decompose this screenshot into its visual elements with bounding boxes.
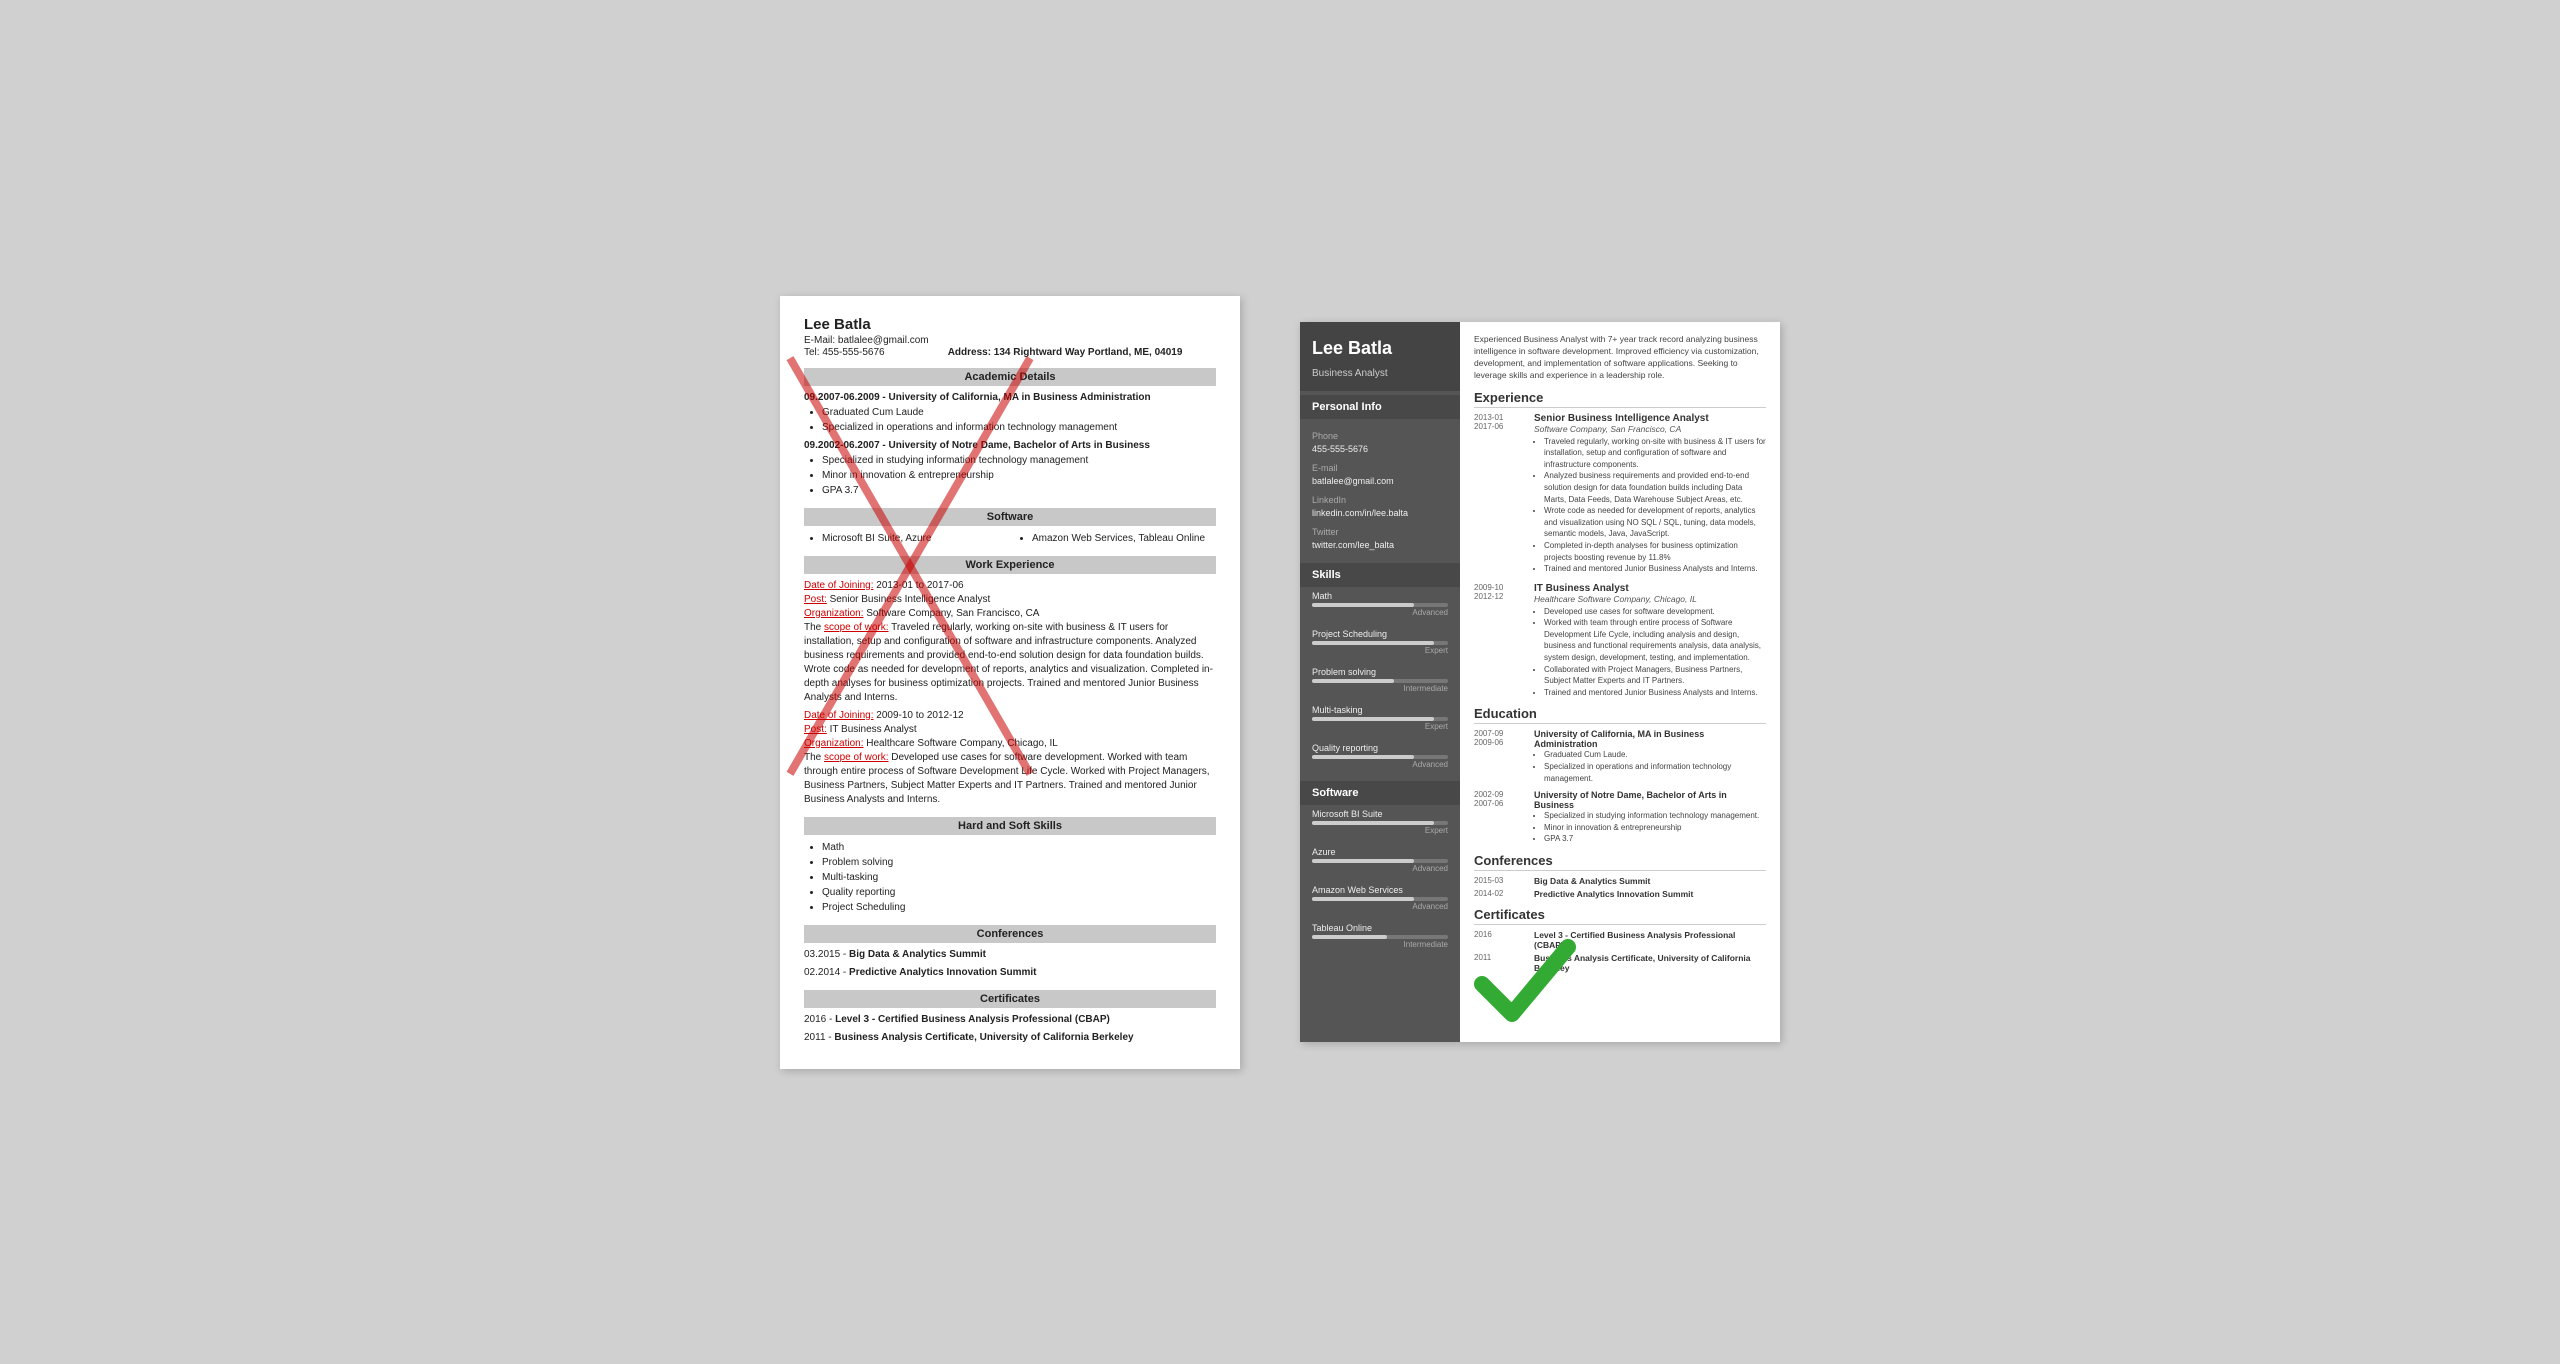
right-name: Lee Batla [1300,322,1460,368]
experience-title: Experience [1474,390,1766,408]
linkedin-value: linkedin.com/in/lee.balta [1312,507,1448,521]
education-list: 2007-092009-06 University of California,… [1474,729,1766,845]
left-conf-2: 02.2014 - Predictive Analytics Innovatio… [804,966,1216,980]
skill-item: Project Scheduling Expert [1300,625,1460,663]
conferences-list: 2015-03 Big Data & Analytics Summit 2014… [1474,876,1766,899]
education-title: Education [1474,706,1766,724]
left-conf-1: 03.2015 - Big Data & Analytics Summit [804,948,1216,962]
software-list: Microsoft BI Suite Expert Azure Advanced… [1300,805,1460,957]
left-edu-1-b1: Graduated Cum Laude [822,405,1216,420]
right-title: Business Analyst [1300,368,1460,391]
phone-value: 455-555-5676 [1312,443,1448,457]
left-software-header: Software [804,508,1216,526]
left-work-2: Date of Joining: 2009-10 to 2012-12 Post… [804,709,1216,807]
left-name: Lee Batla [804,316,1216,333]
software-item: Azure Advanced [1300,843,1460,881]
left-skills-header: Hard and Soft Skills [804,817,1216,835]
green-checkmark-icon [1470,929,1580,1039]
certificates-title: Certificates [1474,907,1766,925]
software-item: Amazon Web Services Advanced [1300,881,1460,919]
sidebar: Lee Batla Business Analyst Personal Info… [1300,322,1460,1042]
left-cert-2: 2011 - Business Analysis Certificate, Un… [804,1031,1216,1045]
left-address: Address: 134 Rightward Way Portland, ME,… [948,347,1183,358]
left-email: E-Mail: batlalee@gmail.com [804,335,1216,346]
left-phone: Tel: 455-555-5676 [804,347,885,358]
exp-entry: 2013-012017-06 Senior Business Intellige… [1474,413,1766,575]
resume-bad: Lee Batla E-Mail: batlalee@gmail.com Tel… [780,296,1240,1069]
conf-entry: 2015-03 Big Data & Analytics Summit [1474,876,1766,886]
linkedin-label: LinkedIn [1312,494,1448,508]
resumes-comparison: Lee Batla E-Mail: batlalee@gmail.com Tel… [780,296,1780,1069]
email-value: batlalee@gmail.com [1312,475,1448,489]
skill-item: Math Advanced [1300,587,1460,625]
twitter-value: twitter.com/lee_balta [1312,539,1448,553]
software-item: Microsoft BI Suite Expert [1300,805,1460,843]
left-edu-2: 09.2002-06.2007 - University of Notre Da… [804,439,1216,498]
software-title: Software [1300,781,1460,805]
email-label: E-mail [1312,462,1448,476]
left-edu-1-b2: Specialized in operations and informatio… [822,420,1216,435]
left-work-1: Date of Joining: 2013-01 to 2017-06 Post… [804,579,1216,705]
skill-item: Multi-tasking Expert [1300,701,1460,739]
twitter-label: Twitter [1312,526,1448,540]
summary: Experienced Business Analyst with 7+ yea… [1474,334,1766,382]
left-cert-1: 2016 - Level 3 - Certified Business Anal… [804,1013,1216,1027]
phone-label: Phone [1312,430,1448,444]
edu-entry: 2007-092009-06 University of California,… [1474,729,1766,784]
left-cert-header: Certificates [804,990,1216,1008]
conf-entry: 2014-02 Predictive Analytics Innovation … [1474,889,1766,899]
left-edu-1: 09.2007-06.2009 - University of Californ… [804,391,1216,435]
left-academic-header: Academic Details [804,368,1216,386]
skill-item: Quality reporting Advanced [1300,739,1460,777]
left-software-list: Microsoft BI Suite, Azure Amazon Web Ser… [804,531,1216,546]
conferences-title: Conferences [1474,853,1766,871]
personal-info-title: Personal Info [1300,395,1460,419]
software-item: Tableau Online Intermediate [1300,919,1460,957]
personal-info-block: Phone 455-555-5676 E-mail batlalee@gmail… [1300,419,1460,559]
left-skills-list: Math Problem solving Multi-tasking Quali… [804,840,1216,915]
exp-entry: 2009-102012-12 IT Business Analyst Healt… [1474,583,1766,699]
left-conf-header: Conferences [804,925,1216,943]
skills-list: Math Advanced Project Scheduling Expert … [1300,587,1460,777]
left-work-header: Work Experience [804,556,1216,574]
edu-entry: 2002-092007-06 University of Notre Dame,… [1474,790,1766,845]
experience-list: 2013-012017-06 Senior Business Intellige… [1474,413,1766,699]
skill-item: Problem solving Intermediate [1300,663,1460,701]
skills-title: Skills [1300,563,1460,587]
